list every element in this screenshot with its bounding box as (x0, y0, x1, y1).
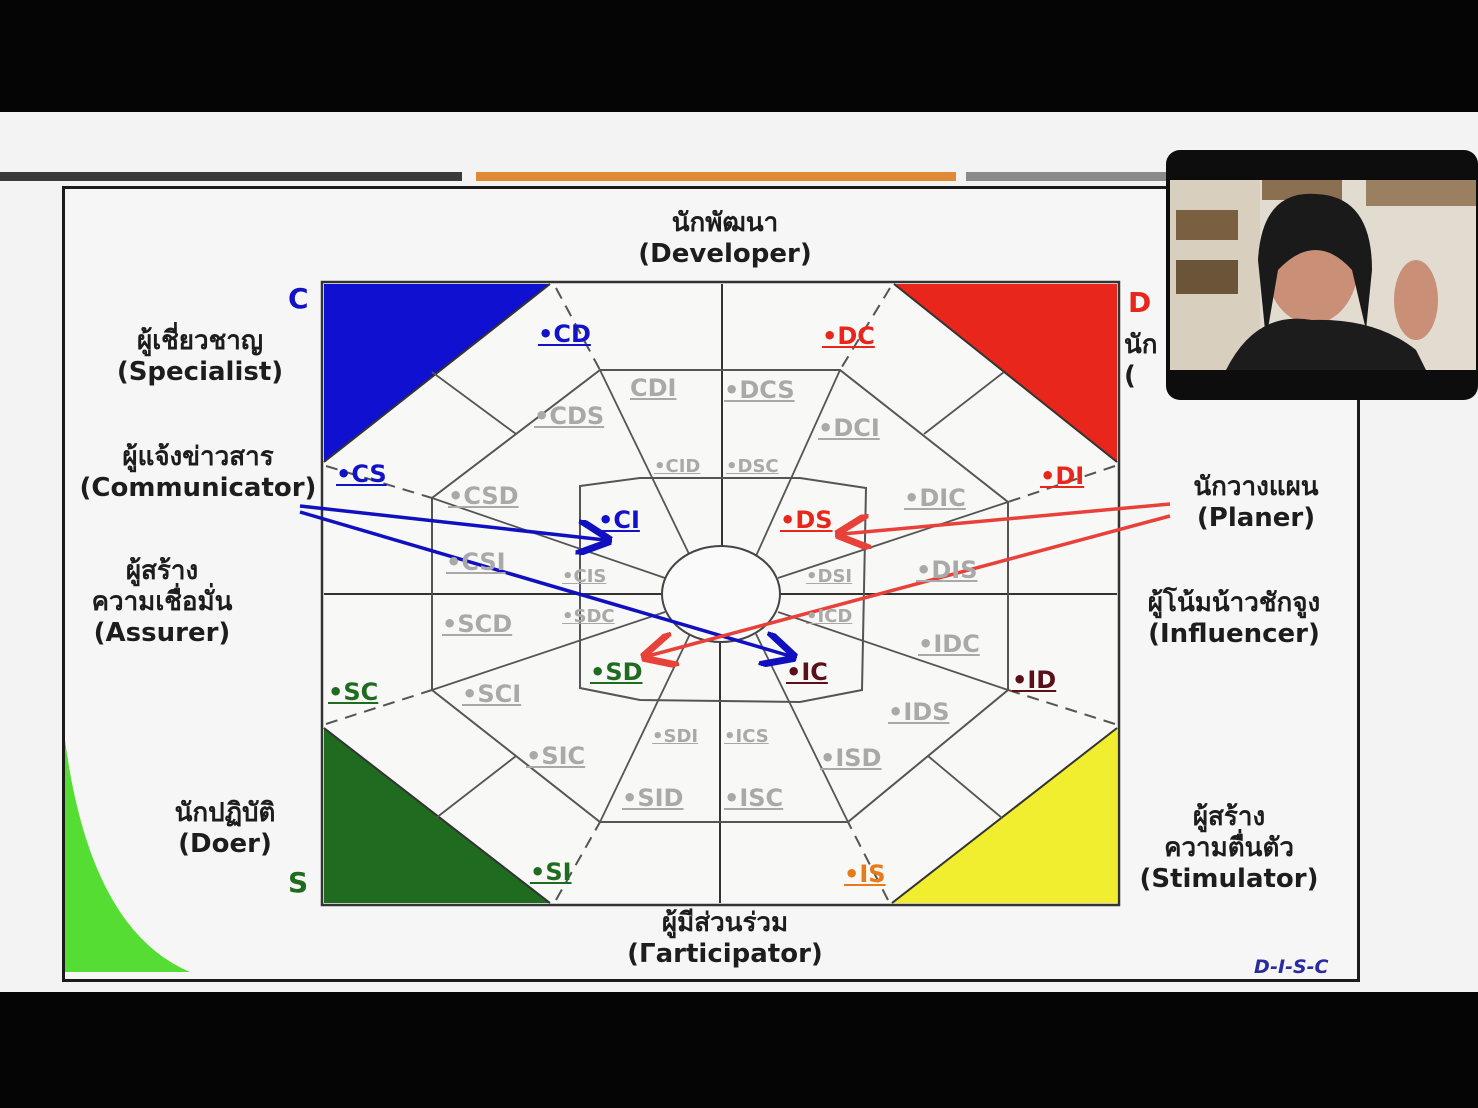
code-ds: •DS (780, 506, 833, 534)
code-id: •ID (1012, 666, 1057, 694)
code-isc: •ISC (724, 784, 784, 812)
top-title-en: (Developer) (638, 239, 812, 269)
communicator-thai: ผู้แจ้งข่าวสาร (122, 442, 274, 472)
code-dsc: •DSC (726, 456, 779, 477)
code-sic: •SIC (526, 742, 586, 770)
label-stimulator: ผู้สร้าง ความตื่นตัว (Stimulator) (1124, 802, 1334, 895)
code-cis: •CIS (562, 566, 607, 587)
code-dis: •DIS (916, 556, 978, 584)
corner-c: C (288, 282, 309, 315)
code-sd: •SD (590, 658, 643, 686)
planer-en: (Planer) (1196, 503, 1316, 533)
label-planer: นักวางแผน (Planer) (1156, 472, 1356, 534)
bottom-title-thai: ผู้มีส่วนร่วม (661, 908, 789, 938)
code-sci: •SCI (462, 680, 522, 708)
assurer-thai-2: ความเชื่อมั่น (91, 587, 233, 617)
code-ic: •IC (786, 658, 828, 686)
code-cds: •CDS (534, 402, 605, 430)
code-sdc: •SDC (562, 606, 615, 627)
code-dic: •DIC (904, 484, 966, 512)
label-influencer: ผู้โน้มน้าวชักจูง (Influencer) (1116, 588, 1352, 650)
label-doer: นักปฏิบัติ (Doer) (130, 798, 320, 860)
stimulator-thai-2: ความตื่นตัว (1164, 833, 1294, 863)
top-title: นักพัฒนา (Developer) (600, 208, 850, 270)
code-ci: •CI (598, 506, 640, 534)
right-partial-en: ( (1124, 361, 1136, 391)
code-icd: •ICD (806, 606, 853, 627)
communicator-en: (Communicator) (79, 473, 317, 503)
bottom-title-en: (Γarticipator) (627, 939, 823, 969)
code-cdi: CDI (630, 374, 677, 402)
code-dsi: •DSI (806, 566, 853, 587)
doer-thai: นักปฏิบัติ (174, 798, 276, 828)
top-title-thai: นักพัฒนา (671, 208, 779, 238)
footer-tag: D-I-S-C (1254, 956, 1329, 978)
code-ids: •IDS (888, 698, 950, 726)
code-dcs: •DCS (724, 376, 795, 404)
assurer-en: (Assurer) (93, 618, 231, 648)
influencer-en: (Influencer) (1148, 619, 1320, 649)
corner-d: D (1128, 286, 1152, 319)
code-is: •IS (844, 860, 886, 888)
code-cd: •CD (538, 320, 591, 348)
code-csi: •CSI (446, 548, 506, 576)
label-communicator: ผู้แจ้งข่าวสาร (Communicator) (62, 442, 334, 504)
corner-s: S (288, 866, 309, 899)
presenter-video (1170, 180, 1476, 370)
center-circle (661, 545, 781, 643)
assurer-thai: ผู้สร้าง (125, 556, 199, 586)
code-scd: •SCD (442, 610, 513, 638)
code-sdi: •SDI (652, 726, 699, 747)
code-dci: •DCI (818, 414, 880, 442)
code-isd: •ISD (820, 744, 882, 772)
specialist-thai: ผู้เชี่ยวชาญ (136, 326, 263, 356)
label-right-partial: นัก ( (1124, 330, 1164, 392)
webcam-overlay (1166, 150, 1478, 400)
bottom-title: ผู้มีส่วนร่วม (Γarticipator) (590, 908, 860, 970)
stimulator-thai: ผู้สร้าง (1192, 802, 1266, 832)
code-cid: •CID (654, 456, 701, 477)
code-sc: •SC (328, 678, 379, 706)
stimulator-en: (Stimulator) (1139, 864, 1319, 894)
code-cs: •CS (336, 460, 387, 488)
code-si: •SI (530, 858, 572, 886)
label-assurer: ผู้สร้าง ความเชื่อมั่น (Assurer) (62, 556, 262, 649)
influencer-thai: ผู้โน้มน้าวชักจูง (1147, 588, 1321, 618)
code-csd: •CSD (448, 482, 519, 510)
right-partial-thai: นัก (1124, 330, 1158, 360)
doer-en: (Doer) (178, 829, 272, 859)
planer-thai: นักวางแผน (1193, 472, 1319, 502)
code-dc: •DC (822, 322, 875, 350)
specialist-en: (Specialist) (116, 357, 284, 387)
code-sid: •SID (622, 784, 684, 812)
code-ics: •ICS (724, 726, 769, 747)
code-di: •DI (1040, 462, 1085, 490)
code-idc: •IDC (918, 630, 980, 658)
label-specialist: ผู้เชี่ยวชาญ (Specialist) (90, 326, 310, 388)
